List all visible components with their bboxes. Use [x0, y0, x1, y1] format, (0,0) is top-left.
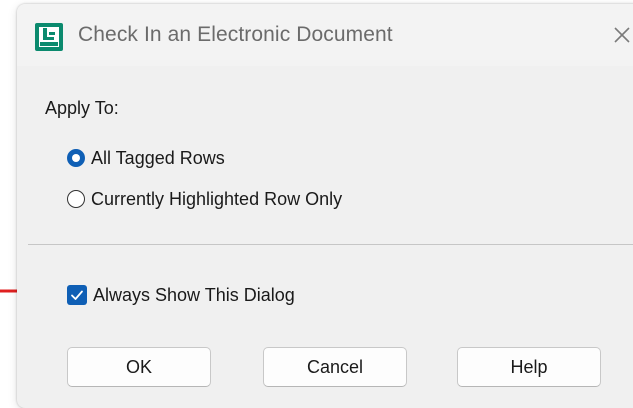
radio-label-all-tagged-rows: All Tagged Rows: [91, 147, 225, 168]
always-show-dialog-checkbox-row[interactable]: Always Show This Dialog: [67, 282, 295, 308]
check-in-dialog: Check In an Electronic Document Apply To…: [17, 4, 633, 408]
radio-button-unselected[interactable]: [67, 190, 85, 208]
separator-line: [28, 244, 633, 245]
radio-label-currently-highlighted-row: Currently Highlighted Row Only: [91, 188, 343, 209]
help-button[interactable]: Help: [457, 347, 601, 387]
ok-button[interactable]: OK: [67, 347, 211, 387]
radio-button-selected[interactable]: [67, 149, 85, 167]
document-check-in-icon: [35, 23, 63, 51]
always-show-dialog-label: Always Show This Dialog: [93, 284, 295, 305]
always-show-dialog-checkbox[interactable]: [67, 285, 87, 305]
dialog-title: Check In an Electronic Document: [78, 23, 393, 46]
close-icon[interactable]: [609, 22, 633, 48]
apply-to-label: Apply To:: [45, 98, 119, 118]
cancel-button[interactable]: Cancel: [263, 347, 407, 387]
radio-currently-highlighted-row[interactable]: Currently Highlighted Row Only: [67, 186, 342, 212]
checkmark-icon: [71, 290, 83, 300]
radio-all-tagged-rows[interactable]: All Tagged Rows: [67, 145, 225, 171]
title-bar[interactable]: Check In an Electronic Document: [17, 4, 633, 66]
